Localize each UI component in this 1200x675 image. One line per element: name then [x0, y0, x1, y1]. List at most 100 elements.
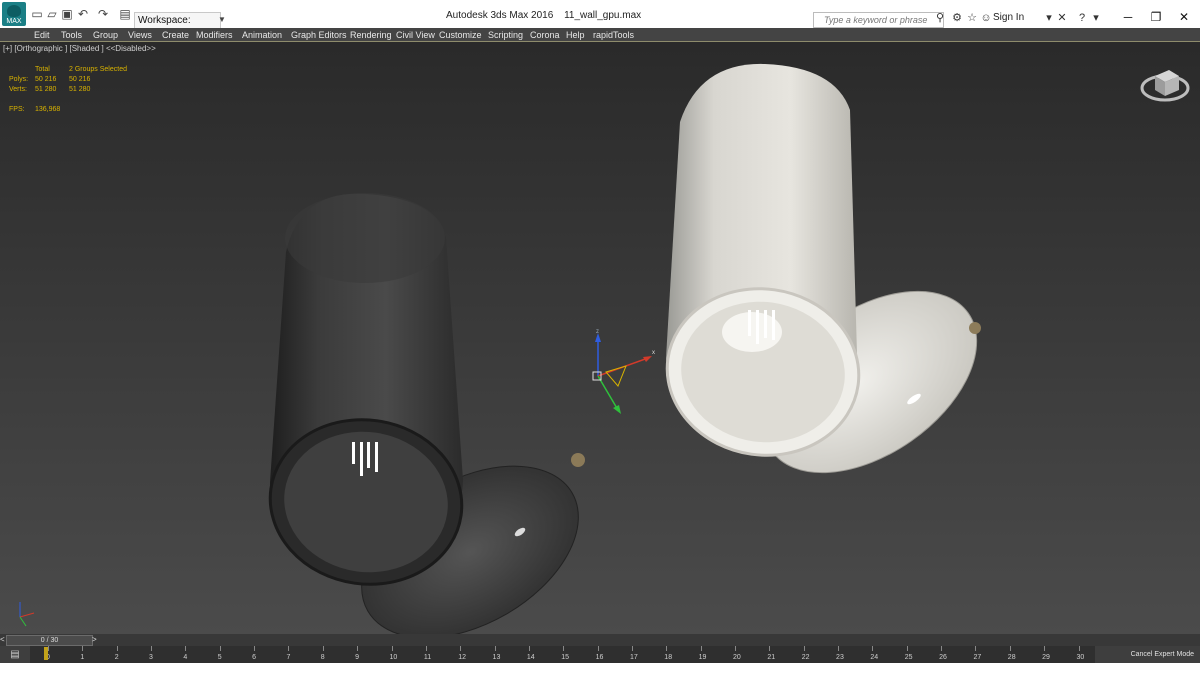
- menu-edit[interactable]: Edit: [34, 29, 50, 41]
- ruler-tick-mark: [769, 646, 771, 651]
- ruler-tick-mark: [1078, 646, 1080, 651]
- ruler-tick-label: 5: [217, 654, 222, 661]
- close-button[interactable]: ✕: [1170, 8, 1198, 26]
- ruler-tick-mark: [494, 646, 496, 651]
- help-dropdown-icon[interactable]: ▾: [1090, 12, 1102, 24]
- ruler-tick-label: 23: [836, 654, 844, 661]
- chevron-down-icon[interactable]: ▾: [1043, 12, 1055, 24]
- ruler-tick-mark: [838, 646, 840, 651]
- status-strip: [0, 663, 1200, 675]
- menu-create[interactable]: Create: [162, 29, 189, 41]
- chevron-down-icon[interactable]: ▼: [218, 12, 226, 27]
- viewport-label[interactable]: [+] [Orthographic ] [Shaded ] <<Disabled…: [3, 44, 156, 53]
- ruler-tick-label: 13: [492, 654, 501, 661]
- user-icon[interactable]: ☺: [980, 12, 992, 24]
- ruler-tick-label: 16: [595, 654, 604, 661]
- binoculars-icon[interactable]: ⚲: [934, 12, 946, 24]
- app-logo-button[interactable]: MAX: [2, 2, 26, 26]
- stats-verts-label: Verts:: [9, 86, 27, 93]
- minimize-button[interactable]: ─: [1114, 8, 1142, 26]
- transform-gizmo[interactable]: z x: [592, 329, 655, 414]
- ruler-tick-label: 25: [904, 654, 913, 661]
- curve-editor-icon[interactable]: ▤: [4, 648, 26, 661]
- ruler-tick-mark: [700, 646, 702, 651]
- ruler-tick-mark: [872, 646, 874, 651]
- menu-animation[interactable]: Animation: [242, 29, 282, 41]
- white-spotlight-model[interactable]: [656, 63, 1009, 510]
- ruler-tick-mark: [48, 646, 49, 651]
- stats-groups-header: 2 Groups Selected: [69, 66, 127, 73]
- menu-help[interactable]: Help: [566, 29, 585, 41]
- title-bar: MAX ▭ ▱ ▣ ↶ ↷ ▤ Workspace: Default ▼ Aut…: [0, 0, 1200, 41]
- viewcube-icon[interactable]: [1139, 62, 1191, 106]
- ruler-tick-mark: [666, 646, 668, 651]
- redo-icon[interactable]: ↷: [96, 7, 110, 21]
- frame-ruler[interactable]: 0123456789101112131415161718192021222324…: [30, 646, 1095, 663]
- open-file-icon[interactable]: ▱: [45, 7, 59, 21]
- workspace-dropdown[interactable]: Workspace: Default: [134, 12, 221, 41]
- menu-rapidtools[interactable]: rapidTools: [593, 29, 634, 41]
- ruler-tick-mark: [460, 646, 462, 651]
- track-bar[interactable]: ▤ 01234567891011121314151617181920212223…: [0, 646, 1200, 663]
- menu-tools[interactable]: Tools: [61, 29, 82, 41]
- ruler-tick-mark: [116, 646, 118, 651]
- ruler-tick-mark: [82, 646, 84, 651]
- menu-graph-editors[interactable]: Graph Editors: [291, 29, 347, 41]
- app-title: Autodesk 3ds Max 2016: [446, 10, 554, 21]
- menu-views[interactable]: Views: [128, 29, 152, 41]
- ruler-tick-label: 8: [320, 654, 325, 661]
- menu-group[interactable]: Group: [93, 29, 118, 41]
- ruler-tick-label: 2: [114, 654, 119, 661]
- ruler-tick-mark: [1044, 646, 1046, 651]
- frame-counter[interactable]: 0 / 30: [6, 635, 93, 646]
- ruler-tick-mark: [425, 646, 427, 651]
- ruler-tick-mark: [563, 646, 565, 651]
- new-file-icon[interactable]: ▭: [30, 7, 44, 21]
- ruler-tick-mark: [219, 646, 221, 651]
- ruler-tick-label: 19: [698, 654, 707, 661]
- next-frame-button[interactable]: >: [92, 635, 97, 645]
- stats-fps-value: 136,968: [35, 106, 61, 113]
- ruler-tick-mark: [1009, 646, 1011, 651]
- stats-fps-label: FPS:: [9, 106, 25, 113]
- menu-customize[interactable]: Customize: [439, 29, 482, 41]
- menu-rendering[interactable]: Rendering: [350, 29, 392, 41]
- undo-icon[interactable]: ↶: [76, 7, 90, 21]
- menu-corona[interactable]: Corona: [530, 29, 560, 41]
- ruler-tick-mark: [357, 646, 359, 651]
- menu-scripting[interactable]: Scripting: [488, 29, 523, 41]
- perspective-viewport[interactable]: z x [+] [Orthographic ] [Shaded ] <<Disa…: [0, 41, 1200, 635]
- ruler-tick-mark: [391, 646, 393, 651]
- save-icon[interactable]: ▣: [60, 7, 74, 21]
- time-slider[interactable]: 0 / 30 < >: [0, 634, 1200, 646]
- cancel-expert-mode-button[interactable]: Cancel Expert Mode: [1095, 646, 1200, 663]
- sign-in-button[interactable]: Sign In: [993, 12, 1024, 23]
- ruler-tick-label: 17: [629, 654, 638, 661]
- statistics-overlay: Total 2 Groups Selected Polys: 50 216 50 21…: [9, 65, 159, 115]
- ruler-tick-mark: [803, 646, 805, 651]
- menu-civil-view[interactable]: Civil View: [396, 29, 435, 41]
- search-input[interactable]: Type a keyword or phrase: [813, 12, 944, 28]
- world-axis-tripod: [19, 602, 35, 627]
- stats-verts-total: 51 280: [35, 86, 57, 93]
- ruler-tick-label: 11: [423, 654, 432, 661]
- stats-polys-total: 50 216: [35, 76, 57, 83]
- gizmo-z-label: z: [596, 329, 599, 335]
- prev-frame-button[interactable]: <: [0, 635, 5, 645]
- exchange-icon[interactable]: ✕: [1056, 12, 1068, 24]
- ruler-tick-label: 20: [733, 654, 741, 661]
- ruler-tick-mark: [288, 646, 290, 651]
- scene-render[interactable]: z x: [0, 42, 1200, 634]
- ruler-tick-mark: [185, 646, 187, 651]
- restore-button[interactable]: ❐: [1142, 8, 1170, 26]
- ruler-tick-label: 9: [355, 654, 360, 661]
- help-icon[interactable]: ?: [1076, 12, 1088, 24]
- dark-spotlight-model[interactable]: [260, 193, 609, 634]
- file-name: 11_wall_gpu.max: [564, 10, 642, 21]
- favorites-star-icon[interactable]: ☆: [966, 12, 978, 24]
- ruler-tick-label: 24: [870, 654, 879, 661]
- project-folder-icon[interactable]: ▤: [118, 7, 132, 21]
- playhead[interactable]: [44, 647, 48, 660]
- subscription-icon[interactable]: ⚙: [951, 12, 963, 24]
- menu-modifiers[interactable]: Modifiers: [196, 29, 233, 41]
